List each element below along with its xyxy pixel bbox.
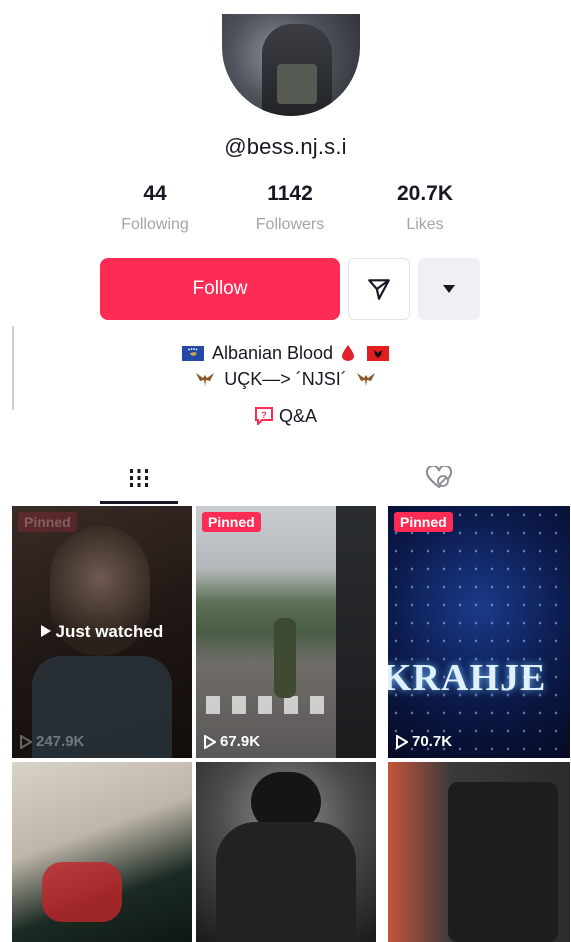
- thumb-caption: KRAHJE: [388, 657, 547, 699]
- profile-stats: 44 Following 1142 Followers 20.7K Likes: [0, 182, 571, 242]
- caret-down-icon: [443, 285, 455, 293]
- bio-line-1: Albanian Blood: [0, 343, 571, 364]
- followers-label: Followers: [255, 216, 325, 233]
- likes-count: 20.7K: [396, 182, 454, 205]
- view-count: 247.9K: [20, 733, 84, 750]
- following-label: Following: [121, 216, 189, 233]
- thumb-truck: [336, 506, 376, 758]
- pinned-badge: Pinned: [394, 512, 453, 532]
- svg-text:?: ?: [261, 410, 267, 420]
- followers-count: 1142: [267, 182, 313, 205]
- hidden-heart-icon: [425, 466, 453, 489]
- content-tabs: [0, 455, 571, 505]
- paper-plane-icon: [368, 279, 390, 300]
- profile-avatar[interactable]: [222, 14, 360, 116]
- likes-label: Likes: [406, 216, 444, 233]
- video-grid: Pinned Just watched 247.9K Pinned 67.9K …: [12, 506, 570, 942]
- video-thumbnail[interactable]: Pinned Just watched 247.9K: [12, 506, 192, 758]
- thumb-vehicle: [448, 782, 558, 942]
- play-icon: [40, 625, 51, 637]
- thumb-crosswalk: [206, 696, 336, 714]
- kosovo-flag-icon: [181, 346, 204, 361]
- video-thumbnail[interactable]: [12, 762, 192, 942]
- just-watched-text: Just watched: [55, 622, 164, 641]
- just-watched-label: Just watched: [12, 622, 192, 642]
- side-divider: [12, 326, 14, 410]
- view-count: 70.7K: [396, 733, 452, 750]
- blood-drop-icon: [342, 345, 355, 361]
- eagle-icon: [196, 373, 215, 386]
- video-thumbnail[interactable]: Pinned KRAHJE 70.7K: [388, 506, 570, 758]
- active-tab-indicator: [100, 501, 178, 504]
- following-count: 44: [143, 182, 167, 205]
- bio-line-2: UÇK—> ´NJSI´: [0, 369, 571, 390]
- view-count-text: 70.7K: [412, 733, 453, 750]
- view-count-text: 67.9K: [220, 733, 261, 750]
- thumb-body: [216, 822, 356, 942]
- thumb-sparkles: [388, 506, 570, 758]
- bio-text-1: Albanian Blood: [211, 343, 334, 363]
- view-count: 67.9K: [204, 733, 260, 750]
- avatar-vest: [277, 64, 317, 104]
- follow-button[interactable]: Follow: [100, 258, 340, 320]
- video-thumbnail[interactable]: [388, 762, 570, 942]
- thumb-object: [42, 862, 122, 922]
- play-icon: [20, 734, 32, 749]
- qa-icon: ?: [254, 407, 273, 427]
- more-options-button[interactable]: [418, 258, 480, 320]
- username: @bess.nj.s.i: [224, 134, 347, 159]
- stat-likes: 20.7K Likes: [360, 182, 490, 234]
- qa-link[interactable]: ? Q&A: [0, 406, 571, 427]
- stat-following[interactable]: 44 Following: [90, 182, 220, 234]
- play-icon: [396, 734, 408, 749]
- qa-label: Q&A: [279, 406, 318, 426]
- stat-followers[interactable]: 1142 Followers: [225, 182, 355, 234]
- play-icon: [204, 734, 216, 749]
- grid-icon: [130, 469, 148, 487]
- pinned-badge: Pinned: [202, 512, 261, 532]
- tab-videos[interactable]: [100, 455, 178, 501]
- pinned-badge: Pinned: [18, 512, 77, 532]
- tab-liked[interactable]: [400, 455, 478, 501]
- thumb-soldier: [274, 618, 296, 698]
- video-thumbnail[interactable]: [196, 762, 376, 942]
- message-button[interactable]: [348, 258, 410, 320]
- albania-flag-icon: [367, 346, 390, 361]
- view-count-text: 247.9K: [36, 733, 85, 750]
- eagle-icon: [356, 373, 375, 386]
- video-thumbnail[interactable]: Pinned 67.9K: [196, 506, 376, 758]
- bio-text-2: UÇK—> ´NJSI´: [224, 369, 347, 389]
